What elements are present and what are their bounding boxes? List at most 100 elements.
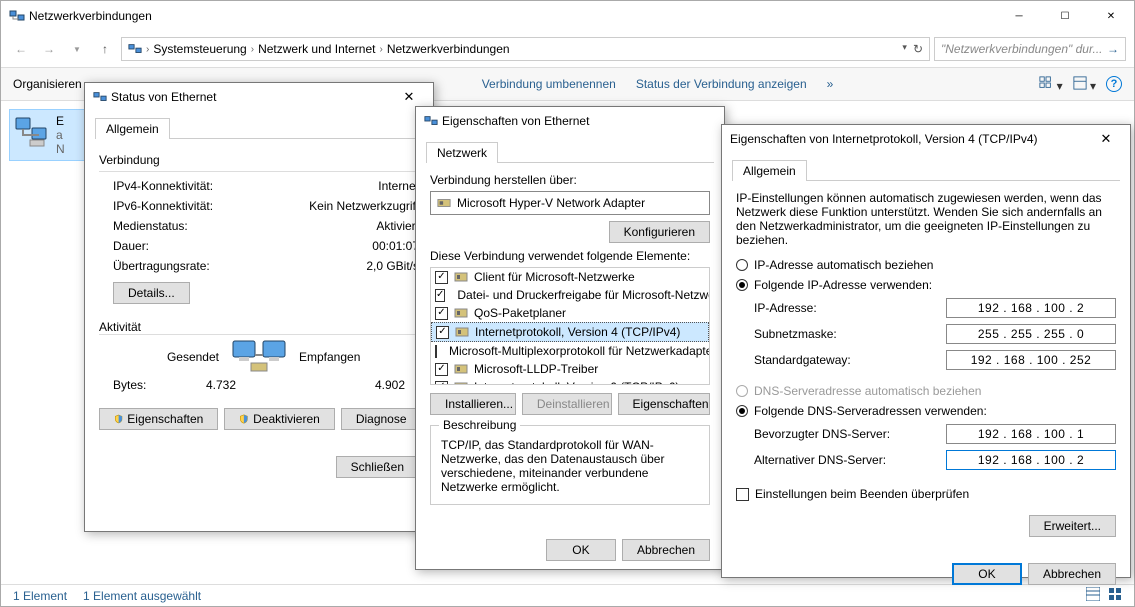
gateway-input[interactable]: 192 . 168 . 100 . 252: [946, 350, 1116, 370]
ethernet-properties-dialog: Eigenschaften von Ethernet Netzwerk Verb…: [415, 106, 725, 570]
configure-button[interactable]: Konfigurieren: [609, 221, 710, 243]
close-icon[interactable]: ✕: [393, 89, 425, 105]
list-item-label: QoS-Paketplaner: [474, 306, 566, 320]
uninstall-button[interactable]: Deinstallieren: [522, 393, 612, 415]
view-icons-button[interactable]: ▾: [1039, 76, 1062, 93]
list-item[interactable]: Microsoft-Multiplexorprotokoll für Netzw…: [431, 342, 709, 360]
list-item[interactable]: QoS-Paketplaner: [431, 304, 709, 322]
navbar: ← → ▼ ↑ › Systemsteuerung › Netzwerk und…: [1, 31, 1134, 67]
list-item[interactable]: Internetprotokoll, Version 4 (TCP/IPv4): [431, 322, 709, 342]
ipv4-label: IPv4-Konnektivität:: [113, 179, 213, 193]
list-item[interactable]: Datei- und Druckerfreigabe für Microsoft…: [431, 286, 709, 304]
details-button[interactable]: Details...: [113, 282, 190, 304]
help-icon[interactable]: ?: [1106, 76, 1122, 92]
maximize-button[interactable]: ☐: [1042, 1, 1088, 31]
validate-on-exit-checkbox[interactable]: Einstellungen beim Beenden überprüfen: [736, 481, 1116, 507]
item-properties-button[interactable]: Eigenschaften: [618, 393, 710, 415]
radio-use-ip[interactable]: Folgende IP-Adresse verwenden:: [736, 275, 1116, 295]
checkbox-icon[interactable]: [436, 326, 449, 339]
radio-use-dns[interactable]: Folgende DNS-Serveradressen verwenden:: [736, 401, 1116, 421]
component-icon: [455, 325, 469, 339]
gateway-label: Standardgateway:: [754, 353, 851, 367]
cancel-button[interactable]: Abbrechen: [1028, 563, 1116, 585]
chevron-right-icon: ›: [251, 44, 254, 55]
network-adapter-icon: [14, 114, 50, 150]
rename-connection[interactable]: Verbindung umbenennen: [482, 77, 616, 91]
radio-icon: [736, 385, 748, 397]
checkbox-icon[interactable]: [435, 345, 437, 358]
dns1-input[interactable]: 192 . 168 . 100 . 1: [946, 424, 1116, 444]
tab-network[interactable]: Netzwerk: [426, 142, 498, 163]
refresh-icon[interactable]: ↻: [913, 42, 923, 56]
list-item-label: Client für Microsoft-Netzwerke: [474, 270, 635, 284]
checkbox-icon[interactable]: [435, 271, 448, 284]
bytes-received: 4.902: [309, 378, 405, 392]
list-item[interactable]: Microsoft-LLDP-Treiber: [431, 360, 709, 378]
component-icon: [454, 306, 468, 320]
show-connection-status[interactable]: Status der Verbindung anzeigen: [636, 77, 807, 91]
dialog-titlebar[interactable]: Eigenschaften von Internetprotokoll, Ver…: [722, 125, 1130, 153]
back-button[interactable]: ←: [9, 37, 33, 61]
component-icon: [454, 380, 468, 385]
checkbox-icon[interactable]: [435, 363, 448, 376]
cancel-button[interactable]: Abbrechen: [622, 539, 710, 561]
search-placeholder: "Netzwerkverbindungen" dur...: [941, 42, 1103, 56]
dialog-titlebar[interactable]: Status von Ethernet ✕: [85, 83, 433, 111]
install-button[interactable]: Installieren...: [430, 393, 516, 415]
advanced-button[interactable]: Erweitert...: [1029, 515, 1116, 537]
dns2-input[interactable]: 192 . 168 . 100 . 2: [946, 450, 1116, 470]
dialog-titlebar[interactable]: Eigenschaften von Ethernet: [416, 107, 724, 135]
ipv6-value: Kein Netzwerkzugriff: [309, 199, 419, 213]
up-button[interactable]: ↑: [93, 37, 117, 61]
titlebar[interactable]: Netzwerkverbindungen ─ ☐ ✕: [1, 1, 1134, 31]
components-label: Diese Verbindung verwendet folgende Elem…: [430, 249, 710, 263]
components-list[interactable]: Client für Microsoft-Netzwerke Datei- und…: [430, 267, 710, 385]
dns2-label: Alternativer DNS-Server:: [754, 453, 886, 467]
list-item-label: Datei- und Druckerfreigabe für Microsoft…: [457, 288, 710, 302]
rate-label: Übertragungsrate:: [113, 259, 210, 273]
tab-general[interactable]: Allgemein: [732, 160, 807, 181]
rate-value: 2,0 GBit/s: [366, 259, 419, 273]
tab-general[interactable]: Allgemein: [95, 118, 170, 139]
network-icon: [9, 8, 25, 24]
checkbox-icon[interactable]: [435, 307, 448, 320]
breadcrumb-2[interactable]: Netzwerkverbindungen: [387, 42, 510, 56]
deactivate-button[interactable]: Deaktivieren: [224, 408, 334, 430]
description-text: TCP/IP, das Standardprotokoll für WAN-Ne…: [441, 438, 699, 494]
properties-button[interactable]: Eigenschaften: [99, 408, 218, 430]
history-dropdown[interactable]: ▼: [65, 37, 89, 61]
search-input[interactable]: "Netzwerkverbindungen" dur... →: [934, 37, 1126, 61]
radio-auto-ip[interactable]: IP-Adresse automatisch beziehen: [736, 255, 1116, 275]
diagnose-button[interactable]: Diagnose: [341, 408, 419, 430]
checkbox-icon[interactable]: [435, 289, 445, 302]
ok-button[interactable]: OK: [952, 563, 1022, 585]
ip-address-input[interactable]: 192 . 168 . 100 . 2: [946, 298, 1116, 318]
status-selected-count: 1 Element ausgewählt: [83, 589, 201, 603]
close-button[interactable]: Schließen: [336, 456, 419, 478]
breadcrumb-1[interactable]: Netzwerk und Internet: [258, 42, 375, 56]
ethernet-status-dialog: Status von Ethernet ✕ Allgemein Verbindu…: [84, 82, 434, 532]
breadcrumb-0[interactable]: Systemsteuerung: [153, 42, 246, 56]
view-details-button[interactable]: ▾: [1073, 76, 1096, 93]
address-bar[interactable]: › Systemsteuerung › Netzwerk und Interne…: [121, 37, 930, 61]
list-item-label: Internetprotokoll, Version 4 (TCP/IPv4): [475, 325, 680, 339]
network-icon: [424, 114, 438, 128]
dns1-label: Bevorzugter DNS-Server:: [754, 427, 890, 441]
list-item[interactable]: Client für Microsoft-Netzwerke: [431, 268, 709, 286]
close-icon[interactable]: ✕: [1090, 131, 1122, 147]
dropdown-icon[interactable]: ▾: [902, 42, 907, 56]
checkbox-icon[interactable]: [435, 381, 448, 386]
window-controls: ─ ☐ ✕: [996, 1, 1134, 31]
ok-button[interactable]: OK: [546, 539, 616, 561]
forward-button[interactable]: →: [37, 37, 61, 61]
close-button[interactable]: ✕: [1088, 1, 1134, 31]
subnet-mask-input[interactable]: 255 . 255 . 255 . 0: [946, 324, 1116, 344]
organize-menu[interactable]: Organisieren: [13, 77, 82, 91]
minimize-button[interactable]: ─: [996, 1, 1042, 31]
bytes-label: Bytes:: [113, 378, 173, 392]
list-item[interactable]: Internetprotokoll, Version 6 (TCP/IPv6): [431, 378, 709, 385]
more-commands[interactable]: »: [827, 77, 834, 91]
bytes-sent: 4.732: [173, 378, 269, 392]
description-group-label: Beschreibung: [439, 418, 520, 432]
subnet-mask-label: Subnetzmaske:: [754, 327, 837, 341]
